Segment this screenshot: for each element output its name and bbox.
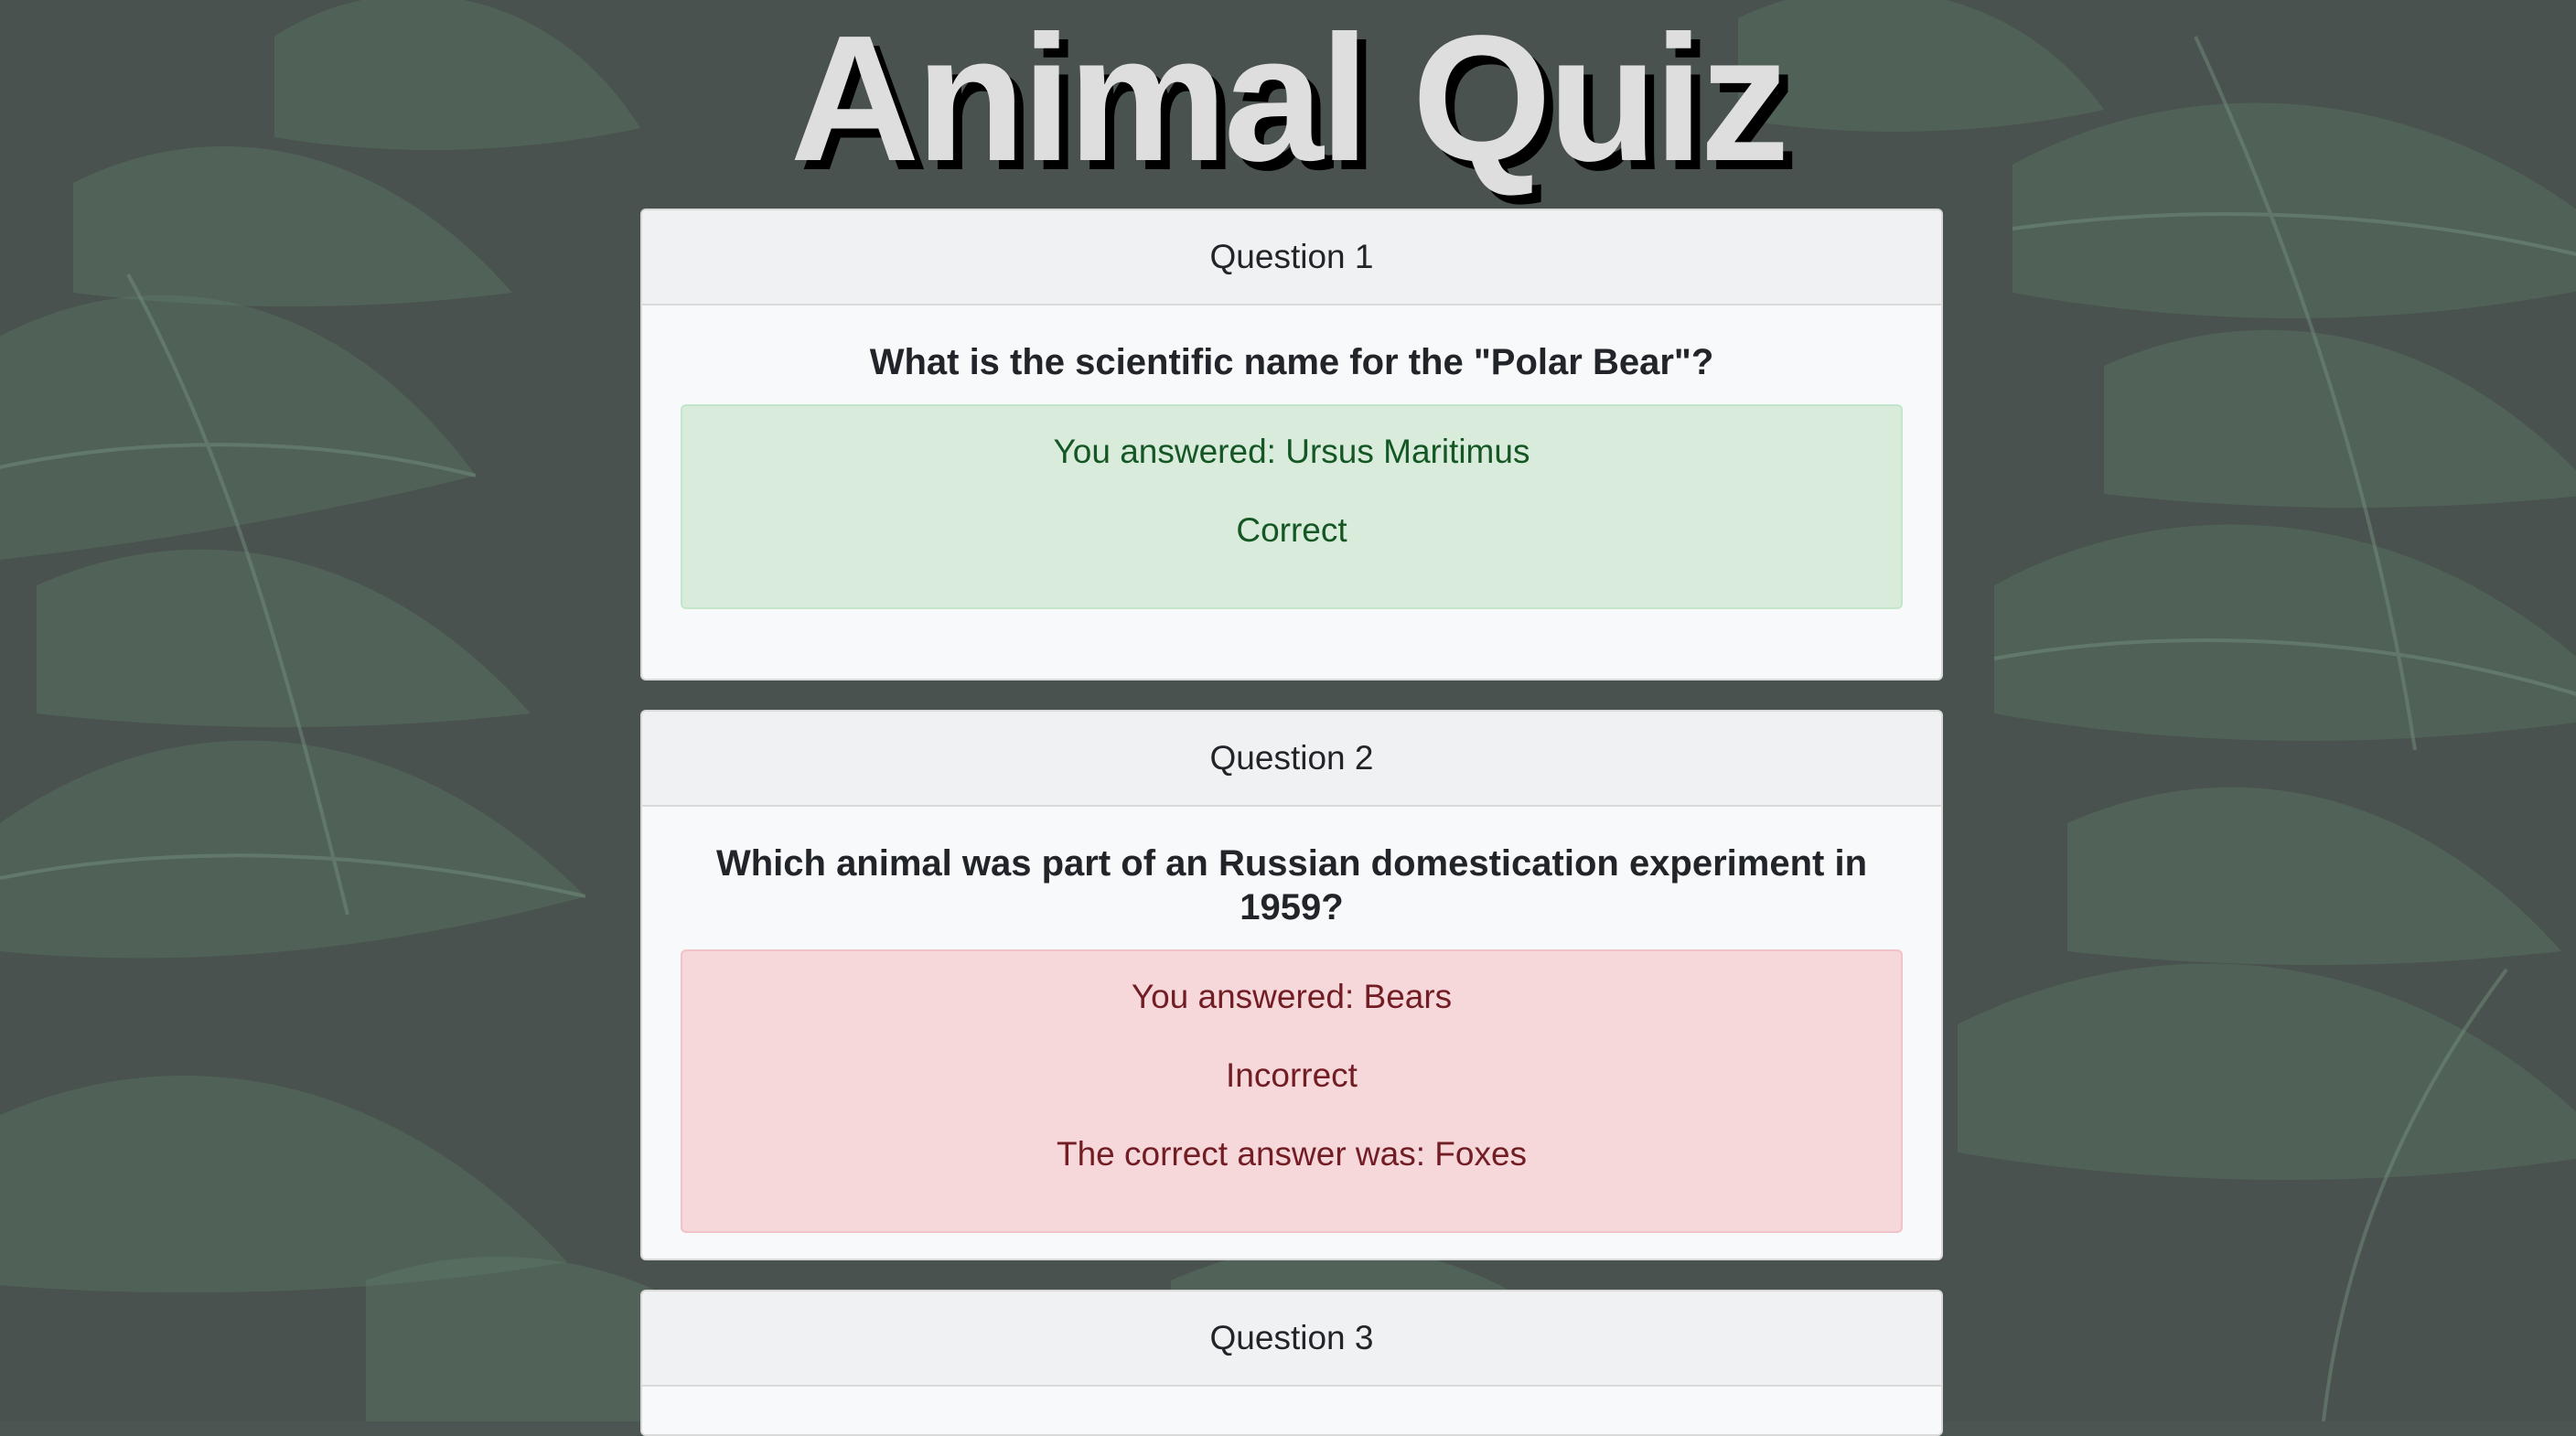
answer-result-correct: You answered: Ursus Maritimus Correct	[681, 404, 1903, 609]
question-text: Which animal was part of an Russian dome…	[715, 843, 1868, 927]
question-card-3: Question 3	[640, 1290, 1943, 1436]
question-card-1: Question 1 What is the scientific name f…	[640, 209, 1943, 680]
question-header: Question 2	[642, 712, 1941, 807]
quiz-page: Animal Quiz Question 1 What is the scien…	[0, 0, 2576, 1436]
correct-answer-text: The correct answer was: Foxes	[1056, 1135, 1528, 1173]
your-answer-text: You answered: Ursus Maritimus	[1053, 433, 1530, 470]
question-header: Question 3	[642, 1291, 1941, 1387]
your-answer-text: You answered: Bears	[1131, 978, 1453, 1015]
question-body	[642, 1387, 1941, 1421]
question-header: Question 1	[642, 210, 1941, 305]
page-title: Animal Quiz	[789, 0, 1790, 198]
result-status-text: Incorrect	[1226, 1056, 1358, 1094]
question-card-2: Question 2 Which animal was part of an R…	[640, 710, 1943, 1260]
question-body: What is the scientific name for the "Pol…	[642, 305, 1941, 609]
answer-result-incorrect: You answered: Bears Incorrect The correc…	[681, 949, 1903, 1233]
result-status-text: Correct	[1236, 511, 1347, 549]
question-text: What is the scientific name for the "Pol…	[869, 342, 1714, 382]
question-body: Which animal was part of an Russian dome…	[642, 807, 1941, 1233]
